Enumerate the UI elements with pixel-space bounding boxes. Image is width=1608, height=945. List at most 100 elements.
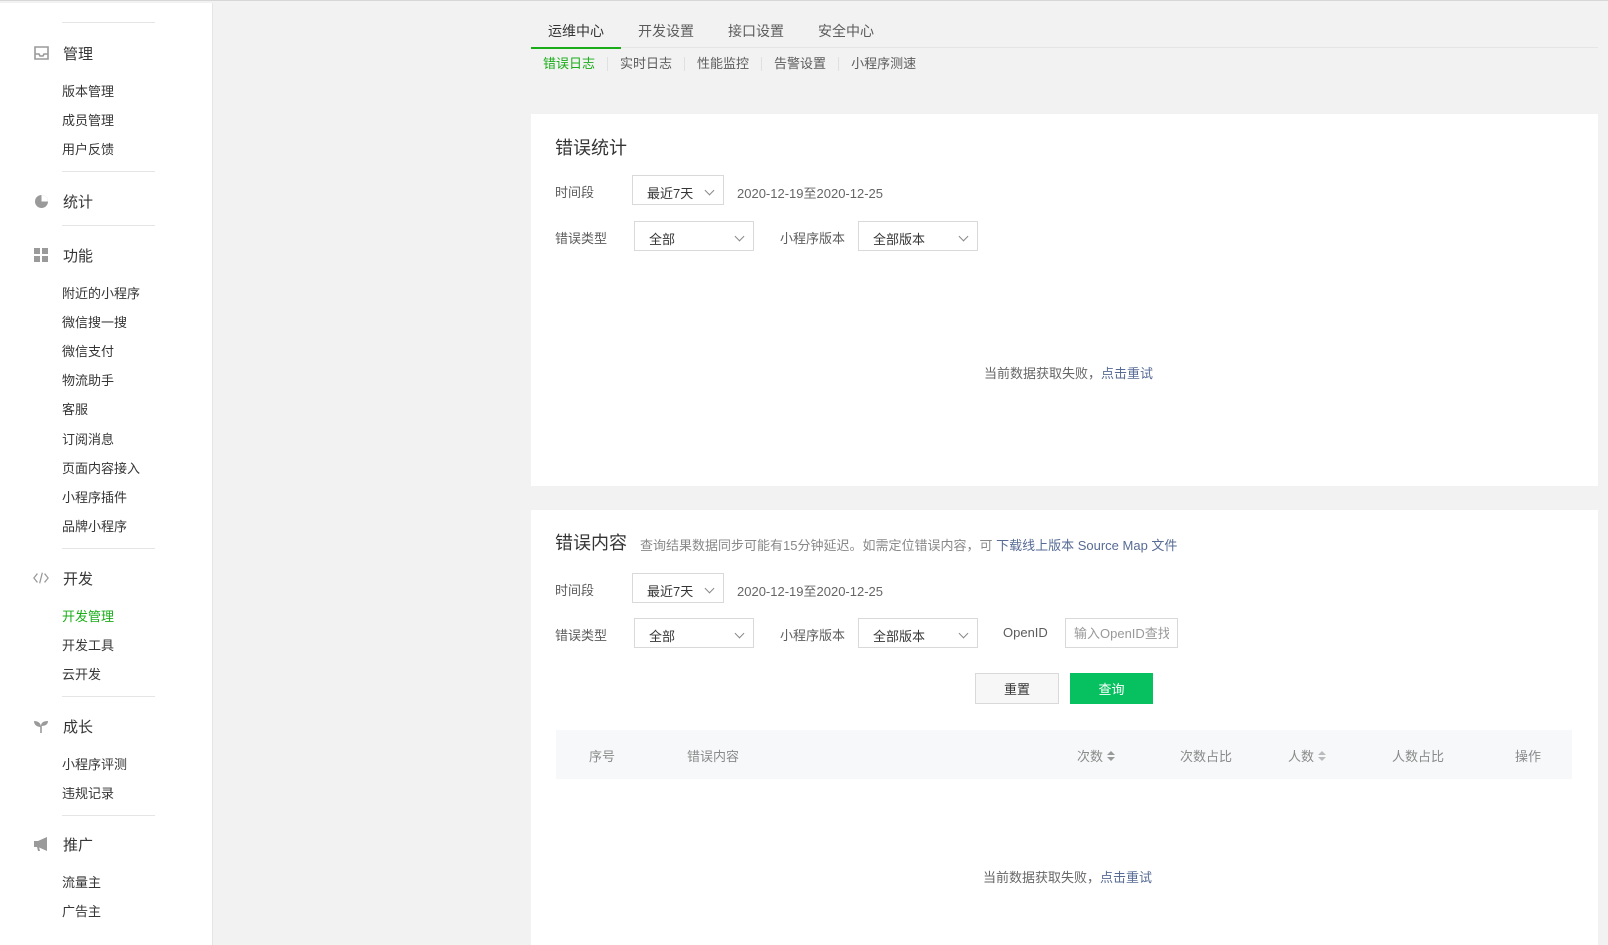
error-type-label: 错误类型: [555, 231, 608, 246]
error-stats-card: 错误统计 时间段 最近7天 2020-12-19至2020-12-25 错误类型…: [531, 114, 1599, 486]
reset-button[interactable]: 重置: [975, 673, 1059, 704]
sidebar-group-features[interactable]: 功能: [33, 244, 93, 266]
sidebar-divider: [62, 225, 155, 226]
top-tabs: 运维中心 开发设置 接口设置 安全中心: [531, 17, 1599, 49]
inbox-icon: [33, 45, 49, 61]
sidebar: 管理 版本管理 成员管理 用户反馈 统计 功能 附近的小程序 微信搜一搜 微信支…: [0, 3, 213, 945]
code-icon: [33, 570, 49, 586]
error-type-label: 错误类型: [555, 628, 608, 643]
period-select[interactable]: 最近7天: [632, 573, 724, 603]
grid-icon: [33, 247, 49, 263]
hint-text: 查询结果数据同步可能有15分钟延迟。如需定位错误内容，可: [640, 538, 993, 553]
period-select[interactable]: 最近7天: [632, 175, 724, 205]
sidebar-group-label: 统计: [63, 193, 94, 211]
chevron-down-icon: [704, 185, 715, 196]
sidebar-group-manage[interactable]: 管理: [33, 42, 93, 64]
period-select-value: 最近7天: [647, 186, 694, 201]
sidebar-divider: [62, 696, 155, 697]
error-type-select-value: 全部: [649, 629, 676, 644]
sidebar-divider: [62, 171, 155, 172]
fetch-failed-message: 当前数据获取失败，点击重试: [983, 867, 1152, 886]
sidebar-item-page-content[interactable]: 页面内容接入: [62, 460, 140, 478]
fail-text: 当前数据获取失败，: [983, 870, 1101, 885]
chevron-down-icon: [958, 231, 969, 242]
download-sourcemap-link[interactable]: 下载线上版本 Source Map 文件: [996, 538, 1177, 553]
sidebar-item-feedback[interactable]: 用户反馈: [62, 141, 114, 159]
column-error-content: 错误内容: [687, 749, 740, 764]
column-actions: 操作: [1515, 749, 1542, 764]
column-count-ratio: 次数占比: [1180, 749, 1233, 764]
sidebar-item-logistics[interactable]: 物流助手: [62, 372, 114, 390]
sidebar-item-advertiser[interactable]: 广告主: [62, 903, 101, 921]
sidebar-item-plugins[interactable]: 小程序插件: [62, 489, 127, 507]
error-type-select[interactable]: 全部: [634, 618, 754, 648]
tab-security[interactable]: 安全中心: [801, 17, 891, 48]
date-range: 2020-12-19至2020-12-25: [737, 584, 883, 599]
column-count[interactable]: 次数: [1077, 746, 1116, 765]
sidebar-group-promo[interactable]: 推广: [33, 833, 93, 855]
chevron-down-icon: [704, 583, 715, 594]
sidebar-group-label: 管理: [63, 45, 94, 63]
chevron-down-icon: [734, 628, 745, 639]
column-users-ratio: 人数占比: [1392, 749, 1445, 764]
sidebar-divider: [62, 22, 155, 23]
sidebar-group-label: 推广: [63, 836, 94, 854]
tab-ops-center[interactable]: 运维中心: [531, 17, 621, 49]
top-border: [0, 0, 1608, 3]
retry-link[interactable]: 点击重试: [1101, 366, 1153, 381]
openid-input[interactable]: [1065, 618, 1178, 648]
sidebar-divider: [62, 548, 155, 549]
sidebar-item-violations[interactable]: 违规记录: [62, 785, 114, 803]
subtab-error-log[interactable]: 错误日志: [531, 57, 607, 71]
sidebar-item-traffic-owner[interactable]: 流量主: [62, 874, 101, 892]
sidebar-item-search[interactable]: 微信搜一搜: [62, 314, 127, 332]
query-button[interactable]: 查询: [1070, 673, 1153, 704]
sort-icon[interactable]: [1318, 750, 1327, 761]
sidebar-item-cloud[interactable]: 云开发: [62, 666, 101, 684]
version-select-value: 全部版本: [873, 629, 926, 644]
tab-dev-settings[interactable]: 开发设置: [621, 17, 711, 48]
scrollbar[interactable]: [1598, 3, 1608, 945]
sidebar-item-service[interactable]: 客服: [62, 401, 88, 419]
error-type-select[interactable]: 全部: [634, 221, 754, 251]
sidebar-group-stats[interactable]: 统计: [33, 190, 93, 212]
retry-link[interactable]: 点击重试: [1100, 870, 1152, 885]
sidebar-item-dev-tools[interactable]: 开发工具: [62, 637, 114, 655]
sidebar-item-evaluation[interactable]: 小程序评测: [62, 756, 127, 774]
version-label: 小程序版本: [780, 628, 846, 643]
sidebar-item-pay[interactable]: 微信支付: [62, 343, 114, 361]
sync-hint: 查询结果数据同步可能有15分钟延迟。如需定位错误内容，可 下载线上版本 Sour…: [640, 535, 1177, 554]
sidebar-group-label: 成长: [63, 718, 94, 736]
version-select[interactable]: 全部版本: [858, 618, 978, 648]
tab-api-settings[interactable]: 接口设置: [711, 17, 801, 48]
table-header: 序号 错误内容 次数 次数占比 人数 人数占比 操作: [556, 730, 1572, 779]
chevron-down-icon: [958, 628, 969, 639]
sidebar-group-dev[interactable]: 开发: [33, 567, 93, 589]
chevron-down-icon: [734, 231, 745, 242]
version-select[interactable]: 全部版本: [858, 221, 978, 251]
card-title: 错误内容: [555, 533, 627, 553]
sub-tabs: 错误日志 实时日志 性能监控 告警设置 小程序测速: [531, 54, 928, 74]
subtab-alerts[interactable]: 告警设置: [761, 57, 838, 71]
sidebar-item-nearby[interactable]: 附近的小程序: [62, 285, 140, 303]
sidebar-item-brand[interactable]: 品牌小程序: [62, 518, 127, 536]
sidebar-group-label: 功能: [63, 247, 94, 265]
fetch-failed-message: 当前数据获取失败，点击重试: [984, 363, 1153, 382]
period-select-value: 最近7天: [647, 584, 694, 599]
sort-icon[interactable]: [1107, 750, 1116, 761]
sidebar-item-members[interactable]: 成员管理: [62, 112, 114, 130]
sidebar-item-dev-manage[interactable]: 开发管理: [62, 608, 114, 626]
period-label: 时间段: [555, 185, 595, 200]
sidebar-item-version[interactable]: 版本管理: [62, 83, 114, 101]
sidebar-group-growth[interactable]: 成长: [33, 715, 93, 737]
subtab-performance[interactable]: 性能监控: [684, 57, 761, 71]
sprout-icon: [33, 718, 49, 734]
openid-label: OpenID: [1003, 625, 1048, 640]
sidebar-item-subscribe[interactable]: 订阅消息: [62, 431, 114, 449]
column-users[interactable]: 人数: [1288, 746, 1327, 765]
column-index: 序号: [589, 749, 616, 764]
period-label: 时间段: [555, 583, 595, 598]
subtab-realtime-log[interactable]: 实时日志: [607, 57, 684, 71]
subtab-speed-test[interactable]: 小程序测速: [838, 57, 928, 71]
version-select-value: 全部版本: [873, 232, 926, 247]
